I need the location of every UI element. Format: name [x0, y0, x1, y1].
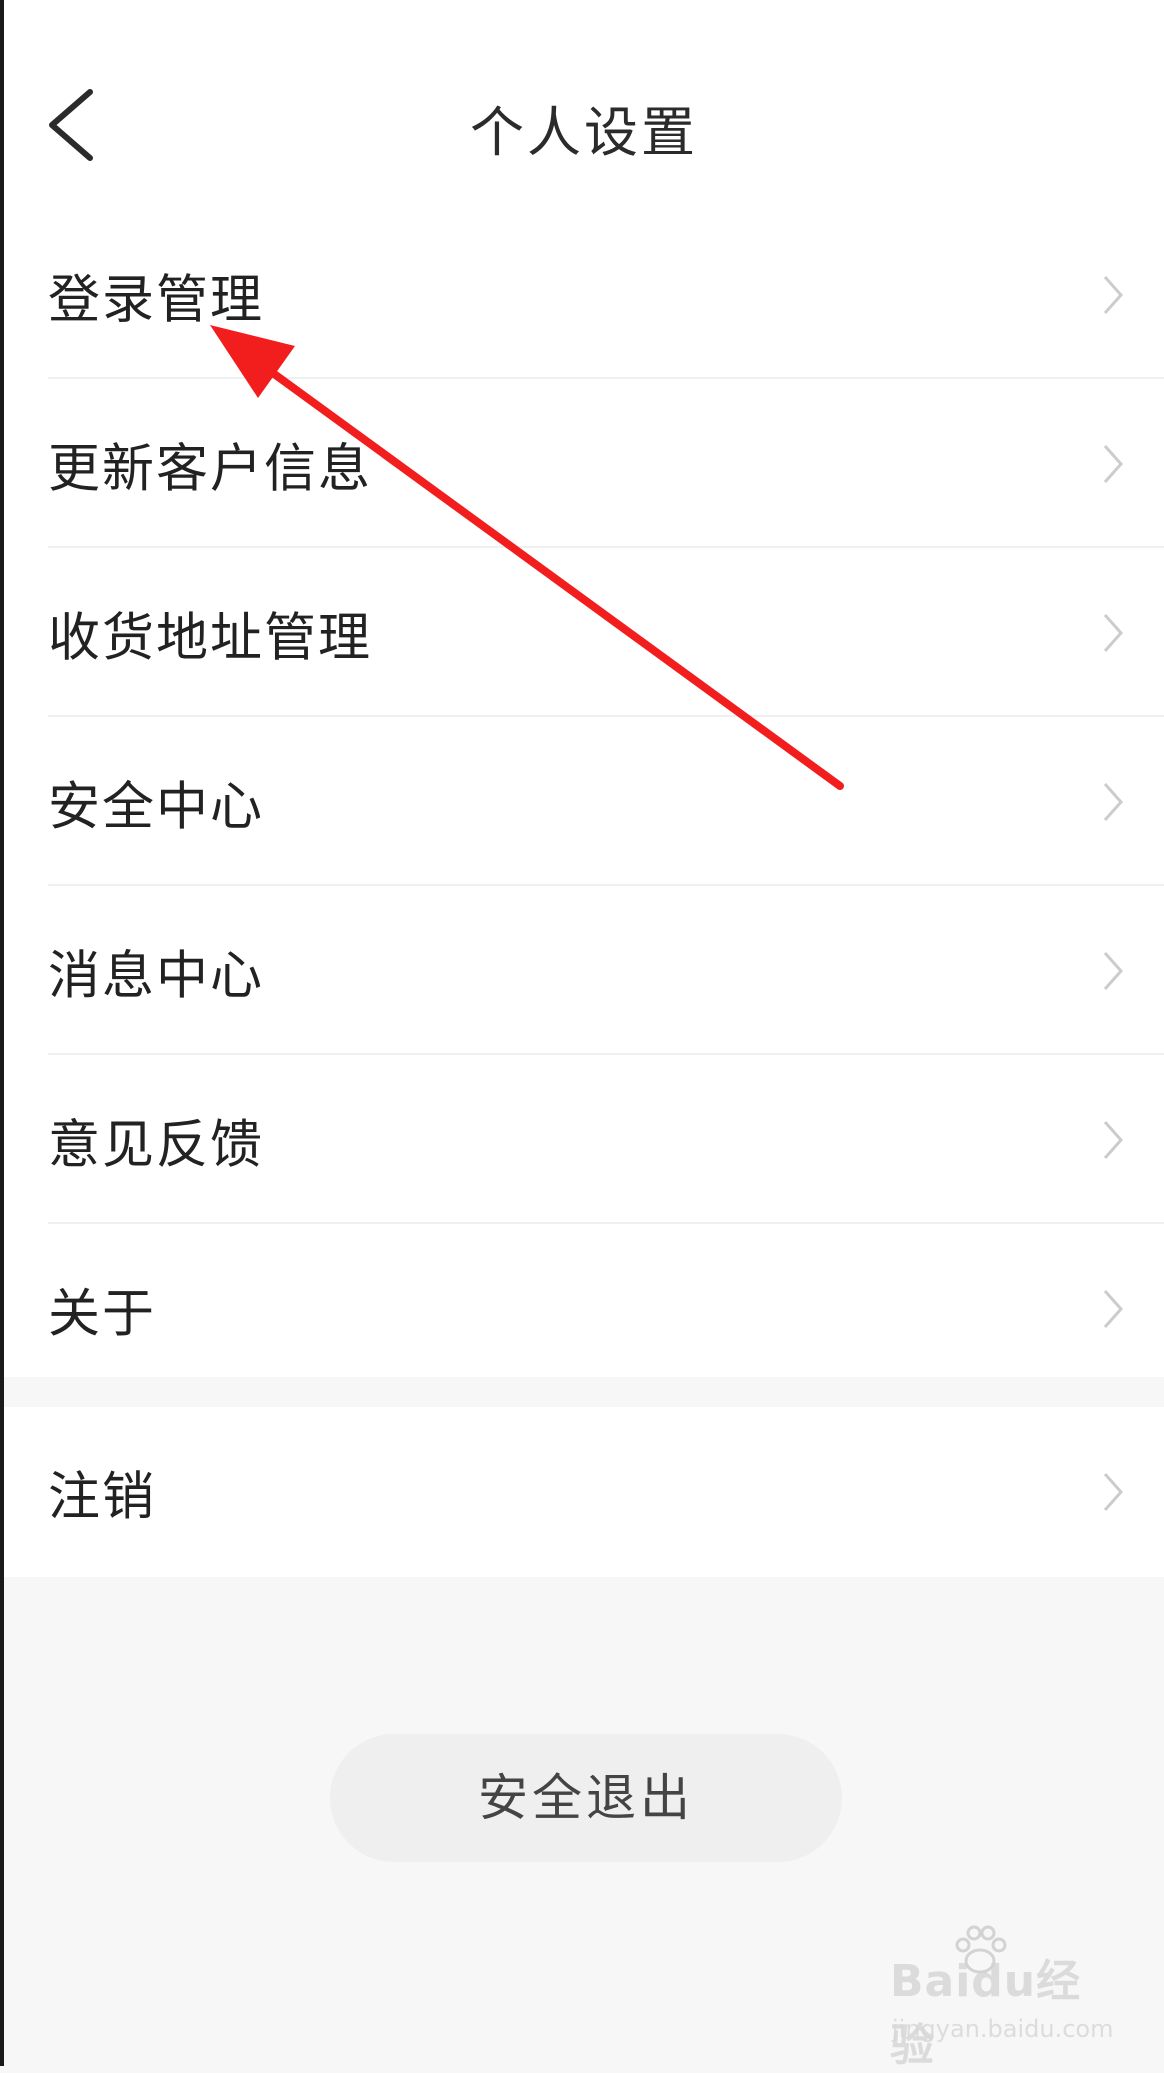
- settings-menu: 登录管理 更新客户信息 收货地址管理 安全中心 消息中心 意见反馈 关于: [4, 210, 1164, 1377]
- chevron-right-icon: [1103, 1120, 1124, 1159]
- menu-item-label: 注销: [48, 1467, 157, 1527]
- menu-item-about[interactable]: 关于: [4, 1224, 1164, 1393]
- menu-item-login-management[interactable]: 登录管理: [4, 210, 1164, 379]
- menu-item-label: 安全中心: [48, 777, 265, 837]
- menu-item-label: 收货地址管理: [48, 608, 373, 668]
- menu-item-label: 关于: [48, 1284, 157, 1344]
- chevron-right-icon: [1103, 951, 1124, 990]
- page-title: 个人设置: [470, 101, 698, 164]
- menu-item-label: 消息中心: [48, 946, 265, 1006]
- chevron-right-icon: [1103, 1289, 1124, 1328]
- account-menu: 注销: [4, 1407, 1164, 1577]
- chevron-right-icon: [1103, 782, 1124, 821]
- chevron-right-icon: [1103, 275, 1124, 314]
- logout-button[interactable]: 安全退出: [330, 1734, 842, 1862]
- menu-item-feedback[interactable]: 意见反馈: [4, 1055, 1164, 1224]
- watermark-url: jingyan.baidu.com: [892, 2015, 1114, 2043]
- chevron-right-icon: [1103, 613, 1124, 652]
- menu-item-update-customer-info[interactable]: 更新客户信息: [4, 379, 1164, 548]
- menu-item-message-center[interactable]: 消息中心: [4, 886, 1164, 1055]
- settings-page: 个人设置 登录管理 更新客户信息 收货地址管理 安全中心 消息中心 意见反馈 关…: [0, 0, 1164, 2071]
- menu-item-address-management[interactable]: 收货地址管理: [4, 548, 1164, 717]
- menu-item-deregister[interactable]: 注销: [4, 1407, 1164, 1576]
- baidu-jingyan-watermark: Baidu经验 jingyan.baidu.com: [890, 1925, 1114, 2071]
- top-bar: 个人设置: [4, 0, 1164, 210]
- chevron-right-icon: [1103, 1472, 1124, 1511]
- menu-item-label: 登录管理: [48, 270, 265, 330]
- watermark-brand: Baidu经验: [890, 1956, 1082, 2071]
- chevron-right-icon: [1103, 444, 1124, 483]
- menu-item-label: 意见反馈: [48, 1115, 265, 1175]
- menu-item-security-center[interactable]: 安全中心: [4, 717, 1164, 886]
- menu-item-label: 更新客户信息: [48, 439, 373, 499]
